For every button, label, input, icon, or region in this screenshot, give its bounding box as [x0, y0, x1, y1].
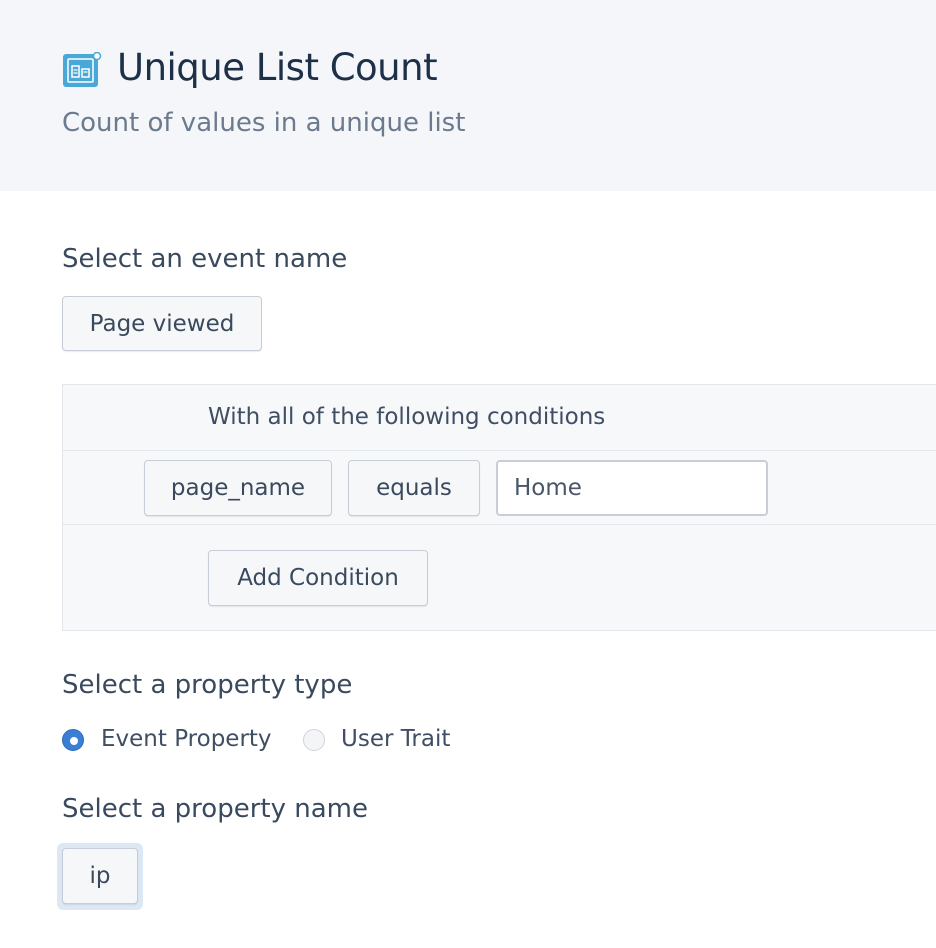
page-title: Unique List Count [117, 46, 438, 89]
page-subtitle: Count of values in a unique list [62, 108, 466, 138]
unique-list-icon [63, 52, 102, 87]
event-property-radio[interactable] [62, 729, 84, 751]
add-condition-button[interactable]: Add Condition [208, 550, 428, 606]
property-type-label: Select a property type [62, 670, 353, 700]
user-trait-label[interactable]: User Trait [341, 726, 450, 752]
page-header: Unique List Count Count of values in a u… [0, 0, 936, 191]
property-name-label: Select a property name [62, 794, 368, 824]
event-select-button[interactable]: Page viewed [62, 296, 262, 351]
user-trait-radio[interactable] [303, 729, 325, 751]
conditions-header-text: With all of the following conditions [208, 404, 606, 430]
property-name-button[interactable]: ip [62, 848, 138, 904]
condition-property-button[interactable]: page_name [144, 460, 332, 516]
condition-row: page_name equals Home [63, 451, 936, 525]
event-section-label: Select an event name [62, 244, 348, 274]
conditions-header: With all of the following conditions [63, 385, 936, 451]
conditions-panel: With all of the following conditions pag… [62, 384, 936, 631]
event-property-label[interactable]: Event Property [101, 726, 272, 752]
condition-operator-button[interactable]: equals [348, 460, 480, 516]
condition-value-input[interactable]: Home [496, 460, 768, 516]
